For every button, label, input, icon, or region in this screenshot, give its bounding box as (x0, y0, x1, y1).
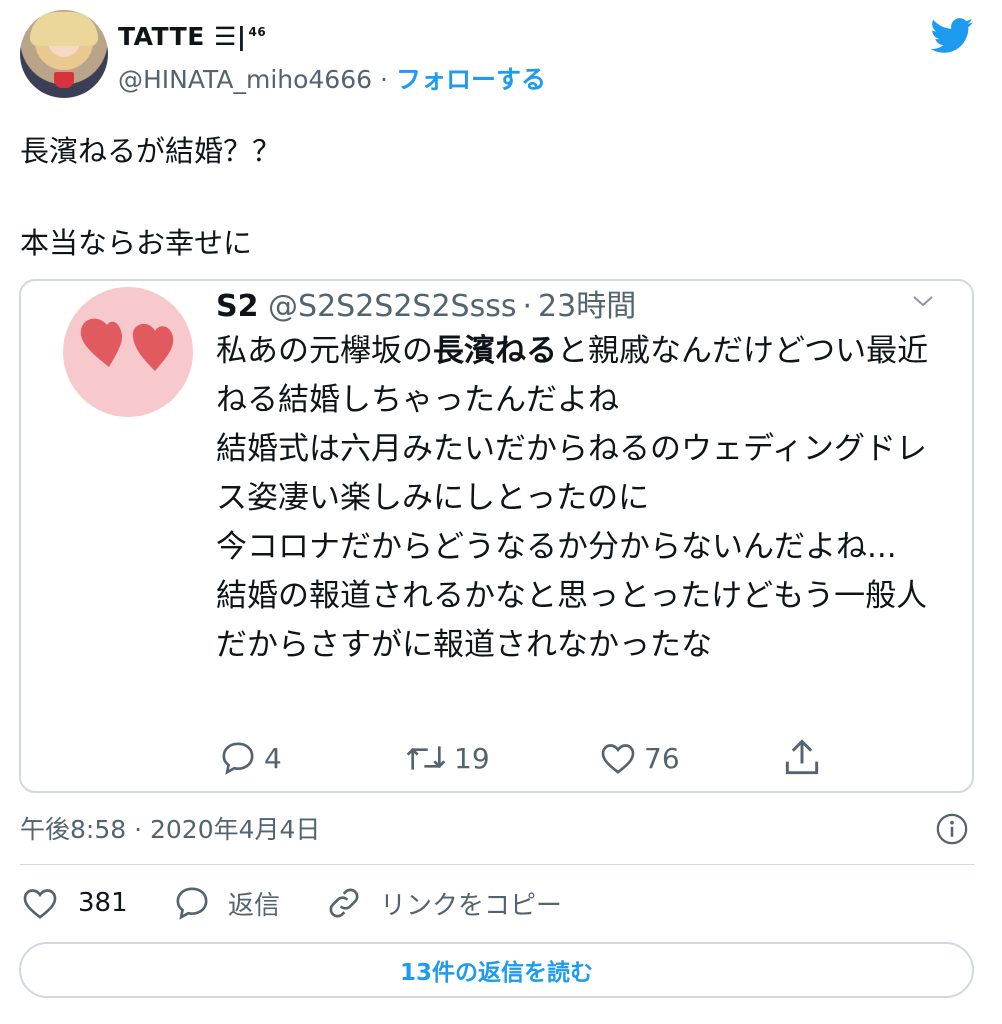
quoted-tweet-header: S2 @S2S2S2S2Ssss · 23時間 (216, 281, 636, 325)
quoted-author-avatar[interactable] (63, 287, 193, 417)
quoted-reply-button[interactable]: 4 (218, 736, 282, 780)
quoted-share-button[interactable] (780, 736, 830, 780)
quoted-text-after: と親戚なんだけどつい最近ねる結婚しちゃったんだよね 結婚式は六月みたいだからねる… (216, 333, 929, 663)
tweet-text: 長濱ねるが結婚？？ 本当ならお幸せに (20, 128, 281, 266)
quoted-retweet-count: 19 (454, 741, 490, 775)
quoted-author-handle[interactable]: @S2S2S2S2Ssss (268, 289, 516, 324)
author-name[interactable]: TATTE ☰| 46 (118, 22, 266, 51)
quoted-text-before: 私あの元欅坂の (216, 333, 433, 369)
like-icon (601, 744, 635, 774)
tweet-text-line-2: 本当ならお幸せに (20, 226, 253, 260)
link-icon (329, 888, 359, 918)
quoted-tweet-time[interactable]: 23時間 (538, 289, 636, 324)
quoted-text-bold: 長濱ねる (433, 333, 557, 369)
copy-link-label: リンクをコピー (380, 890, 563, 921)
twitter-bird-icon[interactable] (930, 18, 974, 54)
reply-icon (176, 887, 208, 920)
tweet-text-line-1: 長濱ねるが結婚？？ (20, 134, 282, 168)
tweet-actions: 381 返信 リンクをコピー (20, 880, 974, 926)
author-handle[interactable]: @HINATA_miho4666 (118, 65, 372, 94)
quoted-reply-count: 4 (264, 741, 282, 775)
reply-label: 返信 (228, 890, 281, 921)
read-replies-button[interactable]: 13件の返信を読む (19, 942, 974, 998)
quoted-like-count: 76 (644, 741, 680, 775)
quoted-retweet-button[interactable]: 19 (404, 736, 490, 780)
like-icon (23, 889, 57, 919)
retweet-icon (406, 746, 446, 770)
like-count: 381 (78, 888, 128, 918)
read-replies-label: 13件の返信を読む (399, 960, 593, 986)
hearts-icon (80, 318, 174, 371)
author-name-text: TATTE ☰| (118, 22, 247, 51)
follow-button[interactable]: フォローする (396, 65, 546, 94)
copy-link-button[interactable]: リンクをコピー (324, 880, 562, 926)
reply-icon (222, 742, 254, 775)
separator-dot: · (380, 65, 388, 94)
quoted-author-name[interactable]: S2 (216, 289, 258, 324)
separator-dot: · (522, 289, 533, 324)
author-handle-row: @HINATA_miho4666 · フォローする (118, 60, 546, 96)
author-avatar[interactable] (20, 10, 108, 98)
like-button[interactable]: 381 (20, 880, 128, 926)
tweet-timestamp[interactable]: 午後8:58 · 2020年4月4日 (20, 810, 320, 846)
reply-button[interactable]: 返信 (172, 880, 280, 926)
quoted-like-button[interactable]: 76 (598, 736, 680, 780)
info-icon[interactable] (935, 812, 969, 846)
divider (20, 864, 974, 865)
quoted-tweet-actions: 4 19 76 (216, 736, 836, 780)
chevron-down-icon[interactable] (911, 289, 935, 313)
author-name-sup: 46 (248, 24, 267, 39)
quoted-tweet-text: 私あの元欅坂の長濱ねると親戚なんだけどつい最近ねる結婚しちゃったんだよね 結婚式… (216, 327, 936, 670)
share-icon (785, 739, 819, 775)
quoted-tweet-card[interactable]: S2 @S2S2S2S2Ssss · 23時間 私あの元欅坂の長濱ねると親戚なんだけ… (19, 279, 974, 793)
